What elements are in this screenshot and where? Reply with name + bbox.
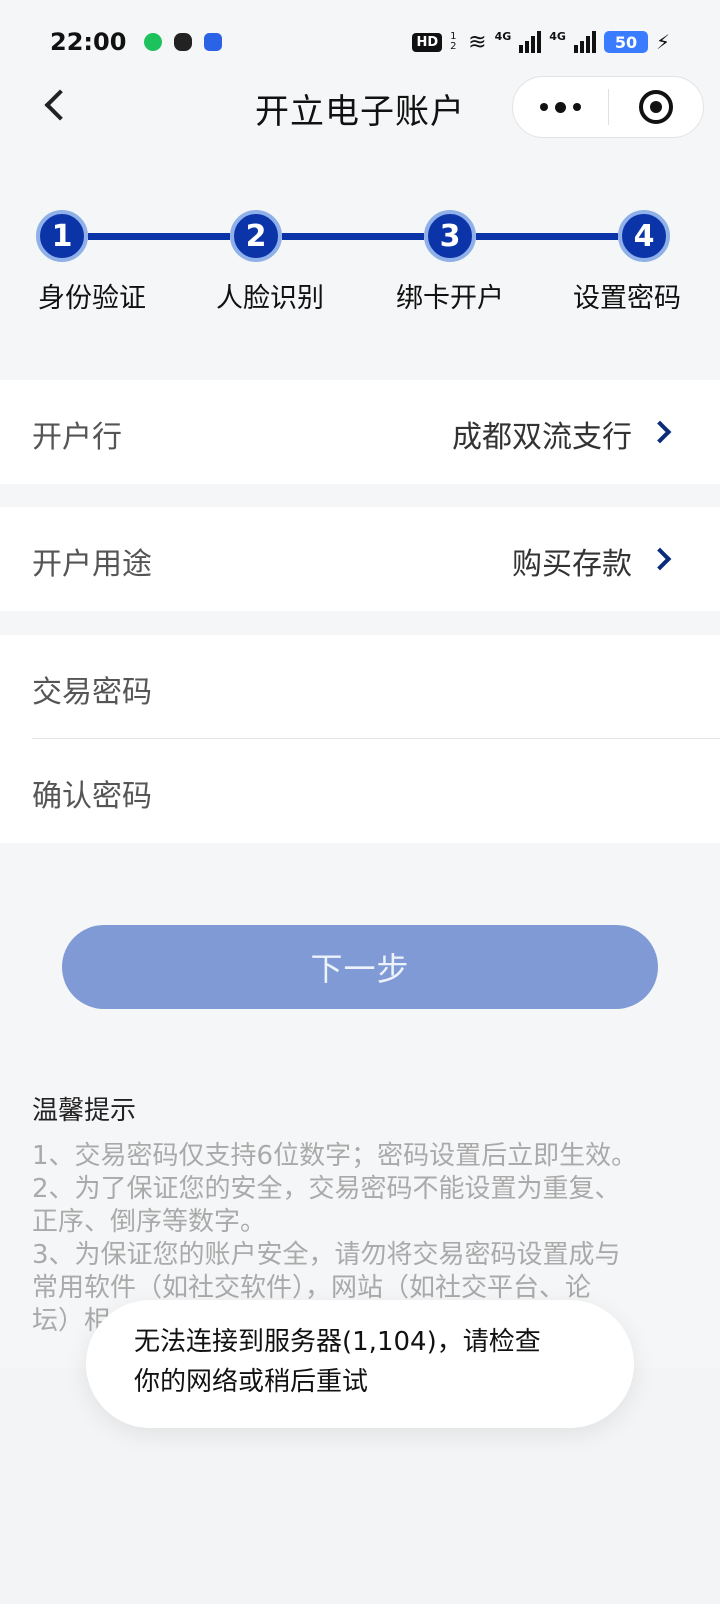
password-section: 交易密码 确认密码 (0, 635, 720, 843)
chevron-right-icon (648, 420, 672, 444)
confirm-password-label: 确认密码 (32, 779, 152, 814)
battery-icon: 50 (603, 31, 648, 53)
step-1-label: 身份验证 (38, 283, 146, 314)
chevron-right-icon (648, 547, 672, 571)
step-2-circle: 2 (230, 210, 282, 262)
branch-value: 成都双流支行 (452, 420, 632, 455)
toast-line-1: 无法连接到服务器(1,104)，请检查 (134, 1327, 541, 1357)
more-dots-icon-end (573, 103, 581, 111)
trade-password-field[interactable]: 交易密码 (0, 635, 720, 739)
step-connector (282, 233, 424, 240)
toast-line-2: 你的网络或稍后重试 (134, 1367, 369, 1397)
purpose-value: 购买存款 (512, 547, 632, 582)
tips-line: 3、为保证您的账户安全，请勿将交易密码设置成与 (32, 1240, 621, 1270)
hd-badge: HD (412, 32, 443, 52)
step-2-label: 人脸识别 (216, 283, 324, 314)
wechat-icon (174, 33, 193, 51)
signal-label-2: 4G (549, 29, 566, 43)
target-close-icon (639, 90, 673, 124)
progress-stepper: 1 2 3 4 身份验证 人脸识别 绑卡开户 设置密码 (0, 200, 720, 320)
step-3-label: 绑卡开户 (396, 283, 504, 314)
more-button[interactable] (513, 77, 608, 137)
wifi-icon: ≋ (468, 29, 487, 55)
trade-password-label: 交易密码 (32, 675, 152, 710)
step-connector (88, 233, 230, 240)
confirm-password-field[interactable]: 确认密码 (0, 739, 720, 843)
step-1-circle: 1 (36, 210, 88, 262)
step-connector (476, 233, 618, 240)
status-app-icons (144, 33, 223, 51)
tips-line: 正序、倒序等数字。 (32, 1207, 267, 1237)
status-right: HD 1 2 ≋ 4G 4G 50 ⚡ (412, 30, 670, 55)
nav-bar: 开立电子账户 (0, 72, 720, 138)
signal-label-1: 4G (494, 29, 512, 43)
branch-label: 开户行 (32, 420, 122, 455)
signal-icon (519, 31, 542, 53)
close-button[interactable] (609, 77, 703, 137)
next-button[interactable]: 下一步 (62, 925, 658, 1009)
more-dots-icon-mid (555, 101, 566, 113)
charging-bolt-icon: ⚡ (655, 30, 670, 54)
miniprogram-capsule (512, 76, 704, 138)
tips-line: 2、为了保证您的安全，交易密码不能设置为重复、 (32, 1174, 621, 1204)
purpose-label: 开户用途 (32, 547, 152, 582)
error-toast: 无法连接到服务器(1,104)，请检查 你的网络或稍后重试 (86, 1300, 634, 1428)
branch-row[interactable]: 开户行 成都双流支行 (0, 380, 720, 484)
more-dots-icon (540, 103, 548, 111)
chat-bubble-icon (144, 33, 163, 51)
tips-line: 1、交易密码仅支持6位数字；密码设置后立即生效。 (32, 1141, 638, 1171)
signal-icon-2 (573, 31, 596, 53)
status-time: 22:00 (50, 28, 127, 56)
step-4-circle: 4 (618, 210, 670, 262)
step-4-label: 设置密码 (573, 283, 681, 314)
battery-level: 50 (614, 32, 638, 52)
step-3-circle: 3 (424, 210, 476, 262)
baidu-icon (204, 33, 223, 51)
purpose-row[interactable]: 开户用途 购买存款 (0, 507, 720, 611)
hd-sub-label: 1 2 (450, 31, 457, 52)
tips-title: 温馨提示 (32, 1096, 137, 1126)
